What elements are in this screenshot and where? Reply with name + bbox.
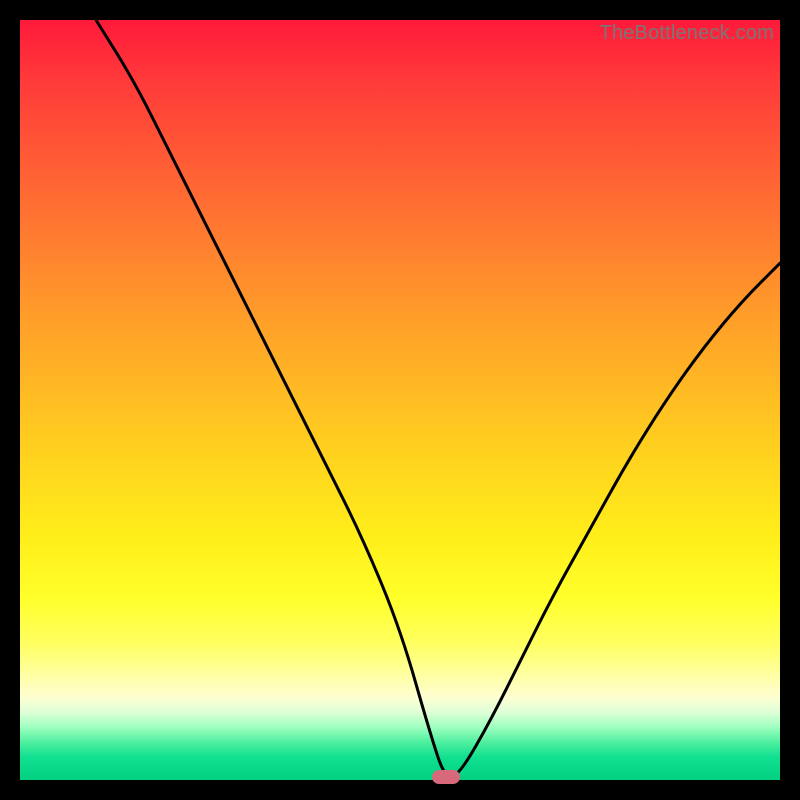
optimal-marker — [432, 770, 460, 784]
curve-path — [96, 20, 780, 777]
chart-frame: TheBottleneck.com — [0, 0, 800, 800]
bottleneck-curve — [20, 20, 780, 780]
plot-area: TheBottleneck.com — [20, 20, 780, 780]
